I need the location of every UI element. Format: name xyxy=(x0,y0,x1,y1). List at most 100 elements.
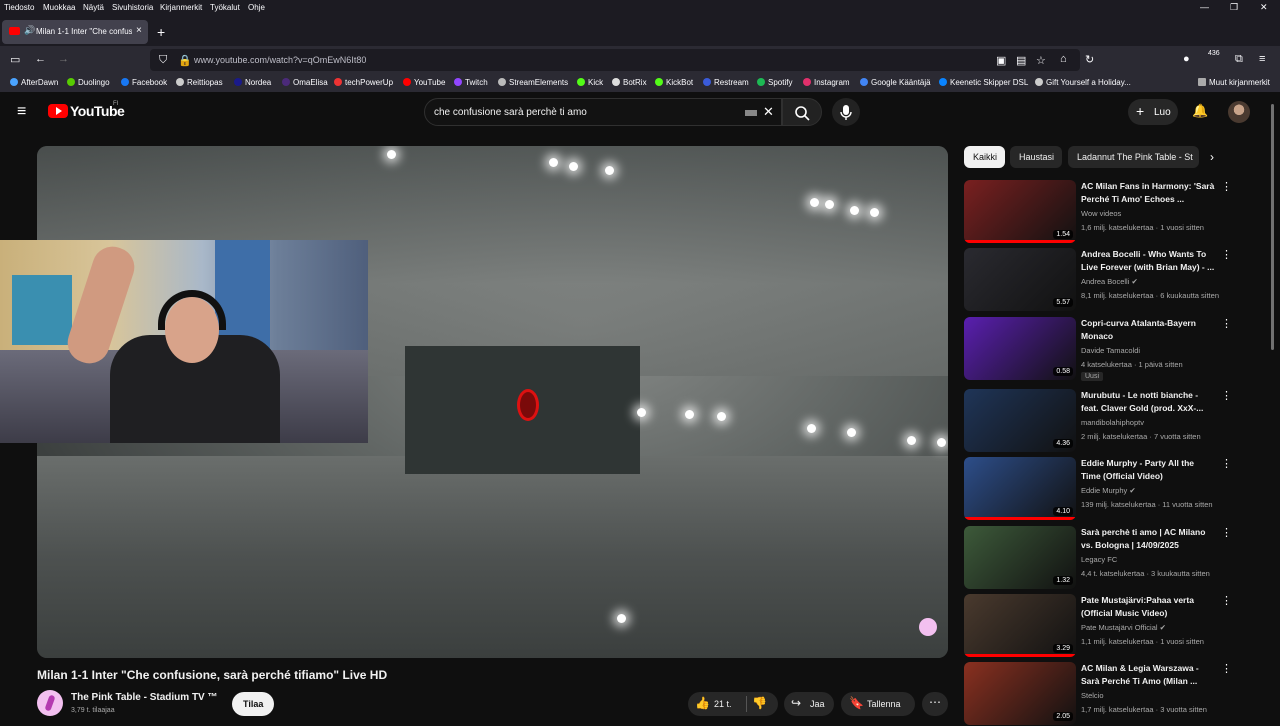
bookmark-item[interactable]: Kick xyxy=(577,78,603,87)
hamburger-menu-icon[interactable]: ≡ xyxy=(17,103,26,121)
recommendation-item[interactable]: 0.58 Copri-curva Atalanta-Bayern Monaco … xyxy=(964,317,1254,381)
account-icon[interactable]: ● xyxy=(1183,53,1190,65)
video-thumbnail[interactable]: 1.32 xyxy=(964,526,1076,589)
chip-for-you[interactable]: Haustasi xyxy=(1010,146,1062,168)
recommendation-item[interactable]: 4.10 Eddie Murphy - Party All the Time (… xyxy=(964,457,1254,521)
menu-file[interactable]: Tiedosto xyxy=(4,3,34,12)
screenshot-icon[interactable]: ▣ xyxy=(996,54,1006,67)
bookmark-item[interactable]: techPowerUp xyxy=(334,78,393,87)
bookmark-item[interactable]: Restream xyxy=(703,78,749,87)
chevron-right-icon[interactable]: › xyxy=(1210,150,1214,164)
channel-name[interactable]: Pate Mustajärvi Official ✔ xyxy=(1081,623,1166,632)
bookmark-item[interactable]: Gift Yourself a Holiday... xyxy=(1035,78,1131,87)
video-title[interactable]: Copri-curva Atalanta-Bayern Monaco xyxy=(1081,317,1215,343)
speaker-icon[interactable]: 🔊 xyxy=(24,25,35,36)
back-icon[interactable]: ← xyxy=(35,53,46,65)
channel-name[interactable]: Eddie Murphy ✔ xyxy=(1081,486,1136,495)
channel-name[interactable]: Stelcio xyxy=(1081,691,1104,700)
bookmark-star-icon[interactable]: ☆ xyxy=(1036,54,1046,67)
menu-icon[interactable]: ≡ xyxy=(1259,53,1265,65)
shield-icon[interactable]: ⛉ xyxy=(159,54,167,67)
bookmark-item[interactable]: Nordea xyxy=(234,78,271,87)
clear-search-icon[interactable]: ✕ xyxy=(763,104,774,120)
like-icon[interactable]: 👍 xyxy=(695,696,710,710)
video-thumbnail[interactable]: 5.57 xyxy=(964,248,1076,311)
chip-uploaded-by[interactable]: Ladannut The Pink Table - St xyxy=(1068,146,1199,168)
forward-icon[interactable]: → xyxy=(58,53,69,65)
more-vertical-icon[interactable]: ⋮ xyxy=(1221,594,1232,607)
channel-name[interactable]: Davide Tamacoldi xyxy=(1081,346,1140,355)
bookmark-item[interactable]: Reittiopas xyxy=(176,78,223,87)
bookmark-item[interactable]: OmaElisa xyxy=(282,78,328,87)
bookmark-item[interactable]: Facebook xyxy=(121,78,167,87)
account-avatar[interactable] xyxy=(1228,101,1250,123)
create-button[interactable]: + Luo xyxy=(1128,99,1178,125)
home-icon[interactable]: ⌂ xyxy=(1060,53,1067,65)
video-title[interactable]: Eddie Murphy - Party All the Time (Offic… xyxy=(1081,457,1215,483)
channel-avatar[interactable] xyxy=(37,690,63,716)
bookmark-item[interactable]: Spotify xyxy=(757,78,792,87)
search-input[interactable]: che confusione sarà perchè ti amo ✕ xyxy=(424,98,782,126)
bookmark-item[interactable]: Twitch xyxy=(454,78,488,87)
bookmark-item[interactable]: BotRix xyxy=(612,78,647,87)
bookmark-item[interactable]: Instagram xyxy=(803,78,850,87)
like-count[interactable]: 21 t. xyxy=(714,699,732,709)
address-bar[interactable]: ⛉ 🔒 www.youtube.com/watch?v=qOmEwN6It80 … xyxy=(150,49,1080,71)
menu-help[interactable]: Ohje xyxy=(248,3,265,12)
video-thumbnail[interactable]: 4.36 xyxy=(964,389,1076,452)
notifications-bell-icon[interactable]: 🔔 xyxy=(1192,103,1208,119)
more-vertical-icon[interactable]: ⋮ xyxy=(1221,248,1232,261)
video-thumbnail[interactable]: 2.05 xyxy=(964,662,1076,725)
channel-watermark-icon[interactable] xyxy=(919,618,937,636)
close-tab-icon[interactable]: × xyxy=(136,25,142,36)
channel-name[interactable]: Legacy FC xyxy=(1081,555,1117,564)
channel-name[interactable]: mandibolahiphoptv xyxy=(1081,418,1144,427)
more-vertical-icon[interactable]: ⋮ xyxy=(1221,662,1232,675)
chip-all[interactable]: Kaikki xyxy=(964,146,1005,168)
extensions-icon[interactable]: ⧉ xyxy=(1235,53,1243,66)
menu-bookmarks[interactable]: Kirjanmerkit xyxy=(160,3,202,12)
video-title[interactable]: AC Milan & Legia Warszawa - Sarà Perché … xyxy=(1081,662,1215,688)
video-title[interactable]: Andrea Bocelli - Who Wants To Live Forev… xyxy=(1081,248,1215,274)
video-title[interactable]: AC Milan Fans in Harmony: 'Sarà Perché T… xyxy=(1081,180,1215,206)
sidebar-toggle-icon[interactable]: ▭ xyxy=(10,53,20,66)
bookmark-item[interactable]: KickBot xyxy=(655,78,693,87)
recommendation-item[interactable]: 1.54 AC Milan Fans in Harmony: 'Sarà Per… xyxy=(964,180,1254,244)
bookmark-item[interactable]: Duolingo xyxy=(67,78,110,87)
voice-search-button[interactable] xyxy=(832,98,860,126)
recommendation-item[interactable]: 3.29 Pate Mustajärvi:Pahaa verta (Offici… xyxy=(964,594,1254,658)
channel-name[interactable]: The Pink Table - Stadium TV ™ xyxy=(71,692,218,703)
keyboard-icon[interactable] xyxy=(745,110,757,116)
bookmark-item[interactable]: StreamElements xyxy=(498,78,568,87)
search-button[interactable] xyxy=(782,98,822,126)
recommendation-item[interactable]: 4.36 Murubutu - Le notti bianche - feat.… xyxy=(964,389,1254,453)
bookmark-item[interactable]: YouTube xyxy=(403,78,445,87)
browser-tab[interactable]: 🔊 Milan 1-1 Inter "Che confusi × xyxy=(2,20,148,44)
new-tab-icon[interactable]: + xyxy=(157,24,165,40)
video-title[interactable]: Murubutu - Le notti bianche - feat. Clav… xyxy=(1081,389,1215,415)
reload-icon[interactable]: ↻ xyxy=(1085,53,1094,66)
youtube-logo-icon[interactable] xyxy=(48,104,68,118)
subscribe-button[interactable]: Tilaa xyxy=(232,692,274,716)
menu-history[interactable]: Sivuhistoria xyxy=(112,3,153,12)
save-button[interactable]: 🔖 Tallenna xyxy=(841,692,915,716)
menu-tools[interactable]: Työkalut xyxy=(210,3,240,12)
lock-icon[interactable]: 🔒 xyxy=(178,54,192,67)
more-actions-button[interactable]: ⋯ xyxy=(922,692,948,716)
bookmark-item[interactable]: Keenetic Skipper DSL xyxy=(939,78,1028,87)
menu-view[interactable]: Näytä xyxy=(83,3,104,12)
video-title[interactable]: Pate Mustajärvi:Pahaa verta (Official Mu… xyxy=(1081,594,1215,620)
video-thumbnail[interactable]: 0.58 xyxy=(964,317,1076,380)
close-window-icon[interactable]: ✕ xyxy=(1260,2,1268,13)
search-query[interactable]: che confusione sarà perchè ti amo xyxy=(434,107,587,118)
restore-icon[interactable]: ❐ xyxy=(1230,2,1238,13)
bookmark-item[interactable]: Google Kääntäjä xyxy=(860,78,931,87)
extension-badge[interactable]: 436 xyxy=(1208,50,1220,57)
channel-name[interactable]: Andrea Bocelli ✔ xyxy=(1081,277,1138,286)
recommendation-item[interactable]: 1.32 Sarà perchè ti amo | AC Milano vs. … xyxy=(964,526,1254,590)
menu-edit[interactable]: Muokkaa xyxy=(43,3,75,12)
video-title[interactable]: Sarà perchè ti amo | AC Milano vs. Bolog… xyxy=(1081,526,1215,552)
channel-name[interactable]: Wow videos xyxy=(1081,209,1121,218)
more-vertical-icon[interactable]: ⋮ xyxy=(1221,180,1232,193)
recommendation-item[interactable]: 2.05 AC Milan & Legia Warszawa - Sarà Pe… xyxy=(964,662,1254,726)
